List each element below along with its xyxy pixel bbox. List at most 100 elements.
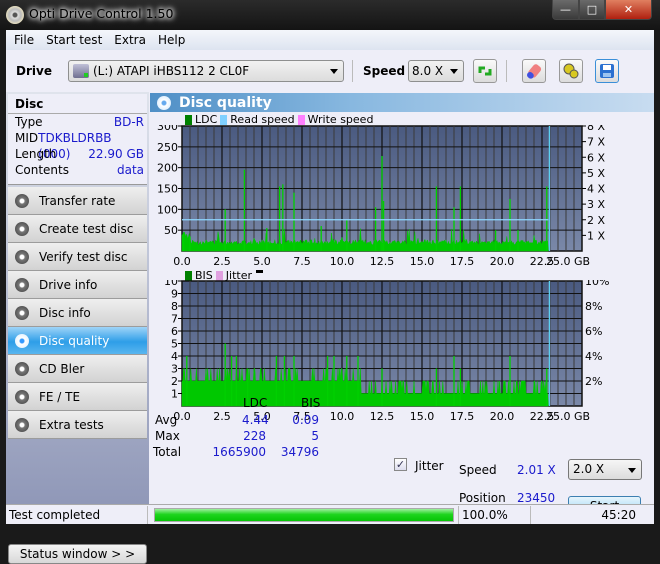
status-divider bbox=[458, 506, 459, 524]
y-tick-label: 3 bbox=[171, 363, 178, 376]
y-tick-label: 8 bbox=[171, 300, 178, 313]
status-bar: Test completed 100.0% 45:20 bbox=[6, 504, 654, 524]
ldc-chart: 50 100 150 200 250 300 1 X 2 X 3 X 4 X 5 X 6 X 7 X 8 … bbox=[157, 125, 605, 268]
drive-select[interactable]: (L:) ATAPI iHBS112 2 CL0F bbox=[68, 60, 344, 82]
x-tick-label: 20.0 bbox=[490, 255, 515, 268]
sidebar-item-drive-info[interactable]: Drive info bbox=[8, 271, 147, 299]
y-tick-label: 2 bbox=[171, 375, 178, 388]
read-speed-swatch bbox=[220, 114, 228, 125]
sidebar-item-label: FE / TE bbox=[39, 389, 81, 404]
x-tick-label: 25.0 GB bbox=[546, 410, 590, 423]
verify-disc-icon bbox=[15, 249, 29, 264]
close-icon: ✕ bbox=[623, 3, 634, 16]
avg-label: Avg bbox=[155, 413, 178, 427]
menu-extra[interactable]: Extra bbox=[108, 33, 152, 47]
y2-tick-label: 4 X bbox=[587, 183, 605, 196]
sidebar-item-disc-info[interactable]: Disc info bbox=[8, 299, 147, 327]
disc-length-label: Length bbox=[15, 147, 57, 161]
panel-title: Disc quality bbox=[179, 94, 272, 111]
refresh-button[interactable] bbox=[473, 59, 497, 83]
sidebar-item-cd-bler[interactable]: CD Bler bbox=[8, 355, 147, 383]
sidebar-item-transfer-rate[interactable]: Transfer rate bbox=[8, 187, 147, 215]
settings-button[interactable] bbox=[559, 59, 583, 83]
y-tick-label: 200 bbox=[157, 162, 178, 175]
maximize-button[interactable]: □ bbox=[579, 0, 605, 20]
x-tick-label: 0.0 bbox=[173, 255, 191, 268]
disc-mid-label: MID bbox=[15, 131, 39, 145]
chevron-down-icon bbox=[628, 468, 636, 473]
sidebar-item-label: Drive info bbox=[39, 277, 98, 292]
maximize-icon: □ bbox=[586, 3, 598, 16]
jitter-swatch bbox=[215, 270, 223, 281]
disc-type-label: Type bbox=[15, 115, 43, 129]
left-panel: Disc Type BD-R MID TDKBLDRBB (000) Length 2… bbox=[6, 92, 149, 564]
avg-bis-value: 0.09 bbox=[292, 413, 319, 427]
create-disc-icon bbox=[15, 221, 29, 236]
test-speed-select[interactable]: 2.0 X bbox=[568, 459, 642, 480]
y2-tick-label: 5 X bbox=[587, 167, 605, 180]
y-tick-label: 4 bbox=[171, 350, 178, 363]
erase-button[interactable] bbox=[522, 59, 546, 83]
transfer-rate-icon bbox=[15, 193, 29, 208]
sidebar-item-extra-tests[interactable]: Extra tests bbox=[8, 411, 147, 439]
y-tick-label: 7 bbox=[171, 313, 178, 326]
cd-bler-icon bbox=[15, 361, 29, 376]
menu-help[interactable]: Help bbox=[152, 33, 191, 47]
disc-info-panel: Disc Type BD-R MID TDKBLDRBB (000) Length 2… bbox=[8, 94, 147, 185]
sidebar-item-verify-test-disc[interactable]: Verify test disc bbox=[8, 243, 147, 271]
jitter-checkbox[interactable]: ✓ bbox=[394, 458, 407, 471]
disc-length-value: 22.90 GB bbox=[88, 147, 144, 161]
sidebar-item-label: Disc info bbox=[39, 305, 91, 320]
elapsed-time: 45:20 bbox=[601, 508, 636, 522]
progress-percent: 100.0% bbox=[462, 508, 508, 522]
sidebar-item-disc-quality[interactable]: Disc quality bbox=[8, 327, 147, 355]
disc-quality-icon bbox=[157, 95, 171, 110]
x-tick-label: 5.0 bbox=[253, 255, 271, 268]
sidebar-item-create-test-disc[interactable]: Create test disc bbox=[8, 215, 147, 243]
drive-label: Drive bbox=[16, 64, 52, 78]
y-tick-label: 250 bbox=[157, 141, 178, 154]
close-button[interactable]: ✕ bbox=[605, 0, 652, 20]
main-panel: Disc quality LDC Read speed Write speed … bbox=[150, 92, 654, 521]
disc-type-value: BD-R bbox=[113, 115, 144, 129]
speed-select[interactable]: 8.0 X bbox=[408, 60, 464, 82]
status-divider bbox=[530, 506, 531, 524]
sidebar-item-fe-te[interactable]: FE / TE bbox=[8, 383, 147, 411]
sidebar-nav: Transfer rate Create test disc Verify te… bbox=[8, 187, 147, 439]
drive-icon bbox=[73, 64, 89, 78]
toolbar: Drive (L:) ATAPI iHBS112 2 CL0F Speed 8.… bbox=[6, 52, 654, 92]
x-tick-label: 2.5 bbox=[213, 255, 231, 268]
y-tick-label: 5 bbox=[171, 338, 178, 351]
save-button[interactable] bbox=[595, 59, 619, 83]
y-tick-label: 6 bbox=[171, 325, 178, 338]
minimize-icon: — bbox=[560, 3, 571, 16]
sidebar-item-label: Transfer rate bbox=[39, 193, 116, 208]
menu-file[interactable]: File bbox=[6, 33, 40, 47]
x-tick-label: 17.5 bbox=[450, 255, 475, 268]
minimize-button[interactable]: — bbox=[552, 0, 579, 20]
disc-info-icon bbox=[15, 305, 29, 320]
status-window-button[interactable]: Status window > > bbox=[8, 544, 147, 564]
chevron-down-icon bbox=[450, 69, 458, 74]
speed-stat-label: Speed bbox=[459, 463, 497, 477]
total-ldc-value: 1665900 bbox=[212, 445, 266, 459]
menu-start-test[interactable]: Start test bbox=[40, 33, 108, 47]
col-bis-header: BIS bbox=[301, 396, 321, 410]
app-disc-icon bbox=[6, 6, 24, 24]
speed-value: 8.0 X bbox=[412, 64, 444, 78]
max-label: Max bbox=[155, 429, 180, 443]
bis-swatch bbox=[185, 270, 192, 281]
save-icon bbox=[600, 64, 614, 78]
x-tick-label: 20.0 bbox=[490, 410, 515, 423]
x-tick-label: 12.5 bbox=[370, 255, 395, 268]
panel-header: Disc quality bbox=[150, 93, 654, 112]
test-speed-value: 2.0 X bbox=[573, 462, 605, 476]
speed-stat-value: 2.01 X bbox=[517, 463, 556, 477]
progress-fill bbox=[155, 509, 453, 521]
drive-value: (L:) ATAPI iHBS112 2 CL0F bbox=[93, 64, 250, 78]
x-tick-label: 17.5 bbox=[450, 410, 475, 423]
status-text: Test completed bbox=[9, 508, 101, 522]
speed-label: Speed bbox=[363, 64, 406, 78]
position-label: Position bbox=[459, 491, 506, 505]
y2-tick-label: 10% bbox=[585, 280, 609, 288]
